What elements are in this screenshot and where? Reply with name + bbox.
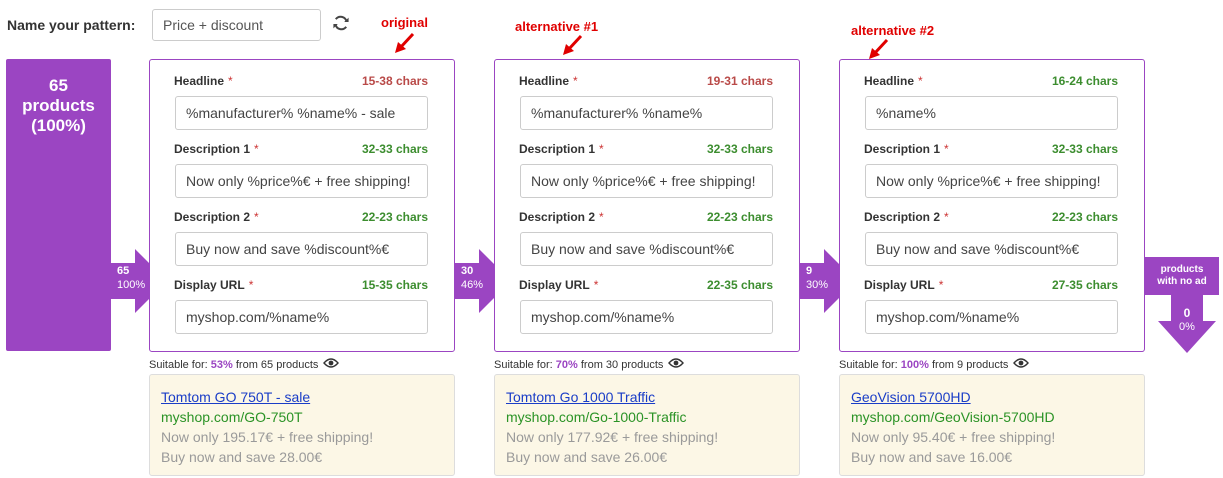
description2-label: Description 2 *: [864, 210, 949, 224]
pattern-name-label: Name your pattern:: [7, 17, 136, 33]
description1-chars: 32-33 chars: [1051, 142, 1118, 156]
display-url-input[interactable]: myshop.com/%name%: [865, 300, 1118, 334]
description2-chars: 22-23 chars: [361, 210, 428, 224]
no-ad-label-box: products with no ad: [1145, 257, 1219, 295]
eye-icon[interactable]: [668, 357, 685, 369]
red-arrow-icon: [561, 33, 585, 57]
headline-chars: 16-24 chars: [1051, 74, 1118, 88]
no-ad-percent: 0%: [1179, 321, 1195, 333]
red-arrow-icon: [393, 31, 417, 55]
description1-label: Description 1 *: [519, 142, 604, 156]
ad-preview-title[interactable]: Tomtom Go 1000 Traffic: [506, 387, 788, 407]
version-label-alternative-1: alternative #1: [515, 19, 599, 34]
ad-preview-desc1: Now only 95.40€ + free shipping!: [851, 429, 1056, 445]
display-url-chars: 15-35 chars: [361, 278, 428, 292]
total-products-percent: (100%): [31, 116, 86, 135]
pattern-box-alternative-2: Headline * 16-24 chars %name% Description…: [839, 59, 1145, 352]
display-url-label: Display URL *: [864, 278, 944, 292]
ad-preview-desc2: Buy now and save 26.00€: [506, 449, 668, 465]
ad-preview: Tomtom GO 750T - sale myshop.com/GO-750T…: [149, 374, 455, 476]
display-url-label: Display URL *: [174, 278, 254, 292]
description2-chars: 22-23 chars: [1051, 210, 1118, 224]
display-url-input[interactable]: myshop.com/%name%: [520, 300, 773, 334]
pattern-box-original: Headline * 15-38 chars %manufacturer% %na…: [149, 59, 455, 352]
ad-preview-title[interactable]: Tomtom GO 750T - sale: [161, 387, 443, 407]
suitable-percent: 100%: [900, 359, 929, 371]
description2-input[interactable]: Buy now and save %discount%€: [865, 232, 1118, 266]
description2-label: Description 2 *: [519, 210, 604, 224]
description2-chars: 22-23 chars: [706, 210, 773, 224]
description1-label: Description 1 *: [174, 142, 259, 156]
headline-label: Headline *: [519, 74, 578, 88]
refresh-icon[interactable]: [331, 13, 351, 33]
display-url-input[interactable]: myshop.com/%name%: [175, 300, 428, 334]
flow-count: 65: [117, 265, 130, 277]
suitable-for-text: Suitable for: 53% from 65 products: [149, 357, 340, 371]
headline-input[interactable]: %name%: [865, 96, 1118, 130]
no-ad-count: 0: [1183, 306, 1191, 320]
description1-label: Description 1 *: [864, 142, 949, 156]
description1-input[interactable]: Now only %price%€ + free shipping!: [865, 164, 1118, 198]
suitable-for-text: Suitable for: 100% from 9 products: [839, 357, 1030, 371]
flow-count: 9: [806, 265, 813, 277]
flow-percent: 46%: [461, 279, 484, 291]
headline-input[interactable]: %manufacturer% %name% - sale: [175, 96, 428, 130]
description2-input[interactable]: Buy now and save %discount%€: [520, 232, 773, 266]
description1-input[interactable]: Now only %price%€ + free shipping!: [175, 164, 428, 198]
eye-icon[interactable]: [323, 357, 340, 369]
display-url-label: Display URL *: [519, 278, 599, 292]
red-arrow-icon: [867, 37, 891, 61]
display-url-chars: 22-35 chars: [706, 278, 773, 292]
suitable-percent: 70%: [555, 359, 578, 371]
suitable-for-text: Suitable for: 70% from 30 products: [494, 357, 685, 371]
total-products-block: 65 products (100%): [6, 59, 111, 351]
flow-percent: 30%: [806, 279, 829, 291]
pattern-name-input[interactable]: Price + discount: [152, 9, 321, 41]
ad-preview-url: myshop.com/GeoVision-5700HD: [851, 409, 1055, 425]
ad-preview: GeoVision 5700HD myshop.com/GeoVision-57…: [839, 374, 1145, 476]
ad-preview-desc2: Buy now and save 28.00€: [161, 449, 323, 465]
flow-count: 30: [461, 265, 474, 277]
display-url-chars: 27-35 chars: [1051, 278, 1118, 292]
ad-preview-desc1: Now only 177.92€ + free shipping!: [506, 429, 719, 445]
version-label-alternative-2: alternative #2: [851, 23, 935, 38]
total-products-count: 65: [49, 76, 68, 95]
headline-label: Headline *: [174, 74, 233, 88]
description2-label: Description 2 *: [174, 210, 259, 224]
total-products-label: products: [22, 96, 95, 115]
suitable-percent: 53%: [210, 359, 233, 371]
ad-preview-url: myshop.com/Go-1000-Traffic: [506, 409, 687, 425]
description1-input[interactable]: Now only %price%€ + free shipping!: [520, 164, 773, 198]
description2-input[interactable]: Buy now and save %discount%€: [175, 232, 428, 266]
no-ad-label-line2: with no ad: [1157, 276, 1207, 287]
ad-preview-title[interactable]: GeoVision 5700HD: [851, 387, 1133, 407]
headline-label: Headline *: [864, 74, 923, 88]
version-label-original: original: [381, 15, 428, 30]
headline-chars: 19-31 chars: [706, 74, 773, 88]
eye-icon[interactable]: [1013, 357, 1030, 369]
ad-preview: Tomtom Go 1000 Traffic myshop.com/Go-100…: [494, 374, 800, 476]
description1-chars: 32-33 chars: [361, 142, 428, 156]
headline-chars: 15-38 chars: [361, 74, 428, 88]
flow-percent: 100%: [117, 279, 146, 291]
headline-input[interactable]: %manufacturer% %name%: [520, 96, 773, 130]
ad-preview-desc2: Buy now and save 16.00€: [851, 449, 1013, 465]
pattern-box-alternative-1: Headline * 19-31 chars %manufacturer% %na…: [494, 59, 800, 352]
description1-chars: 32-33 chars: [706, 142, 773, 156]
ad-preview-url: myshop.com/GO-750T: [161, 409, 303, 425]
no-ad-label-line1: products: [1160, 264, 1204, 275]
ad-preview-desc1: Now only 195.17€ + free shipping!: [161, 429, 374, 445]
